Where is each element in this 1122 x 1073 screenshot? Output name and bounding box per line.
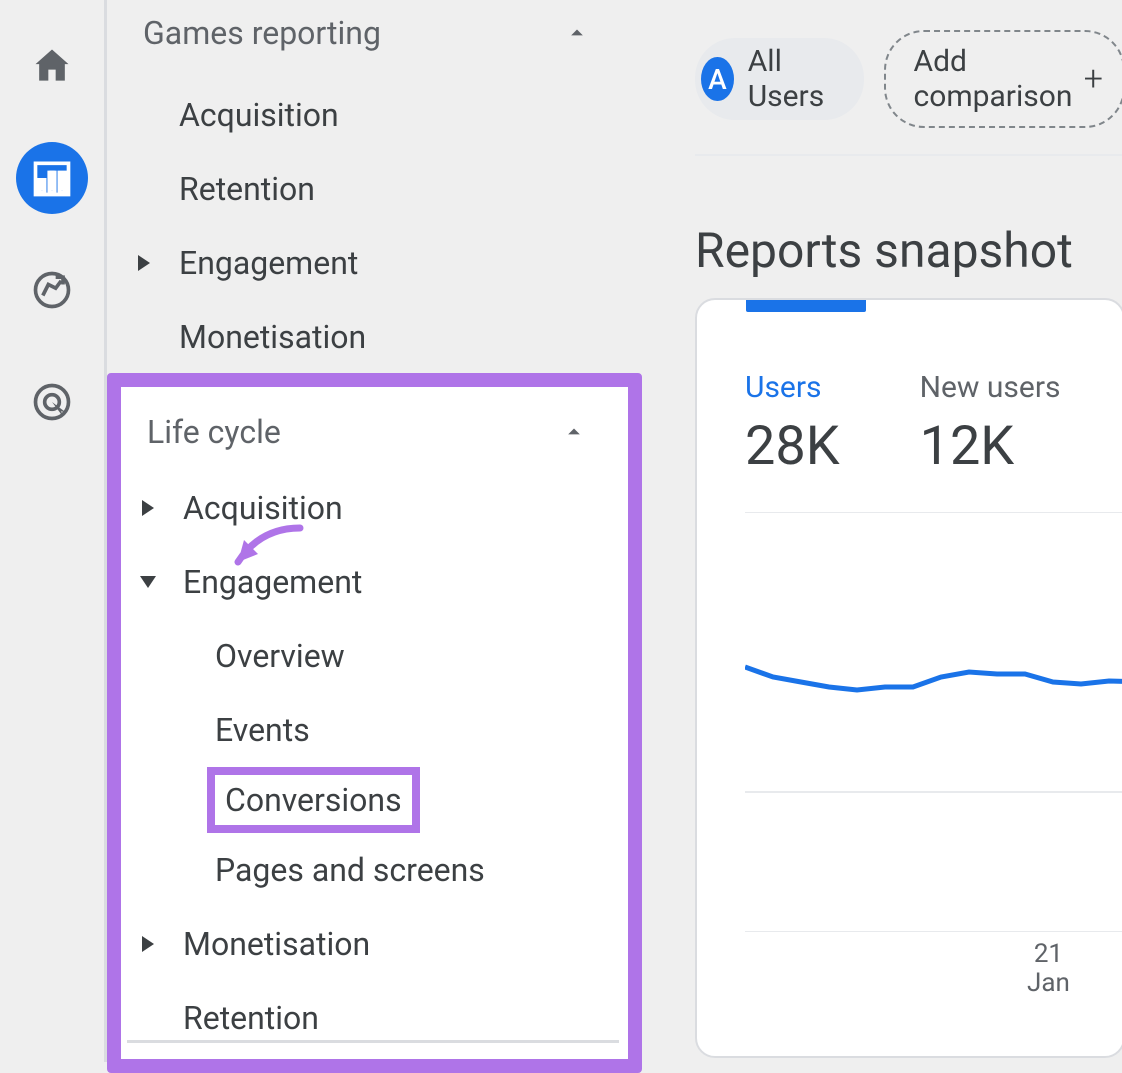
x-tick: 21 Jan bbox=[1027, 940, 1070, 997]
nav-lifecycle-engagement[interactable]: Engagement bbox=[125, 545, 624, 619]
section-games-reporting[interactable]: Games reporting bbox=[107, 0, 639, 78]
line-chart bbox=[745, 512, 1122, 932]
segment-bar: A All Users Add comparison + bbox=[695, 0, 1122, 128]
nav-engagement[interactable]: Engagement bbox=[107, 226, 639, 300]
divider bbox=[695, 154, 1122, 156]
home-icon bbox=[30, 44, 74, 88]
nav-sub-overview[interactable]: Overview bbox=[207, 619, 624, 693]
rail-explore[interactable] bbox=[16, 254, 88, 326]
section-label: Life cycle bbox=[147, 413, 281, 451]
nav-item-label: Events bbox=[215, 711, 310, 749]
nav-item-label: Monetisation bbox=[183, 925, 370, 963]
nav-lifecycle-acquisition[interactable]: Acquisition bbox=[125, 471, 624, 545]
nav-item-label: Acquisition bbox=[183, 489, 343, 527]
nav-item-label: Monetisation bbox=[179, 318, 366, 356]
chevron-right-icon bbox=[142, 936, 154, 952]
nav-item-label: Retention bbox=[183, 999, 319, 1037]
section-lifecycle[interactable]: Life cycle bbox=[125, 393, 624, 471]
nav-item-label: Conversions bbox=[225, 781, 402, 819]
highlight-lifecycle: Life cycle Acquisition Engagement Overvi… bbox=[107, 373, 642, 1073]
chevron-up-icon bbox=[560, 418, 588, 446]
stats-row: Users 28K New users 12K bbox=[745, 370, 1122, 478]
stat-value: 12K bbox=[920, 415, 1061, 478]
chevron-up-icon bbox=[563, 19, 591, 47]
reports-icon bbox=[30, 156, 74, 200]
chevron-right-icon bbox=[142, 500, 154, 516]
rail-advertising[interactable] bbox=[16, 366, 88, 438]
chip-label: All Users bbox=[748, 44, 836, 114]
nav-panel: Games reporting Acquisition Retention En… bbox=[107, 0, 639, 374]
engagement-submenu: Overview Events Conversions Pages and sc… bbox=[125, 619, 624, 907]
section-label: Games reporting bbox=[143, 14, 381, 52]
page-title: Reports snapshot bbox=[695, 222, 1122, 279]
stat-label: New users bbox=[920, 370, 1061, 405]
separator bbox=[127, 1040, 619, 1043]
nav-retention[interactable]: Retention bbox=[107, 152, 639, 226]
stat-label: Users bbox=[745, 370, 840, 405]
left-rail bbox=[0, 0, 104, 1062]
stat-new-users[interactable]: New users 12K bbox=[920, 370, 1061, 478]
rail-reports[interactable] bbox=[16, 142, 88, 214]
nav-item-label: Pages and screens bbox=[215, 851, 485, 889]
segment-badge: A bbox=[701, 57, 734, 101]
nav-lifecycle-monetisation[interactable]: Monetisation bbox=[125, 907, 624, 981]
plus-icon: + bbox=[1084, 59, 1103, 99]
snapshot-card: Users 28K New users 12K 21 Jan bbox=[695, 298, 1122, 1058]
nav-item-label: Engagement bbox=[179, 244, 358, 282]
nav-acquisition[interactable]: Acquisition bbox=[107, 78, 639, 152]
chip-add-comparison[interactable]: Add comparison + bbox=[884, 30, 1122, 128]
rail-home[interactable] bbox=[16, 30, 88, 102]
nav-item-label: Acquisition bbox=[179, 96, 339, 134]
nav-item-label: Engagement bbox=[183, 563, 362, 601]
chip-label: Add comparison bbox=[914, 44, 1074, 114]
active-tab-indicator bbox=[746, 300, 866, 312]
nav-item-label: Overview bbox=[215, 637, 345, 675]
chevron-right-icon bbox=[138, 255, 150, 271]
target-icon bbox=[30, 380, 74, 424]
stat-users[interactable]: Users 28K bbox=[745, 370, 840, 478]
nav-monetisation[interactable]: Monetisation bbox=[107, 300, 639, 374]
stat-value: 28K bbox=[745, 415, 840, 478]
nav-sub-events[interactable]: Events bbox=[207, 693, 624, 767]
highlight-conversions: Conversions bbox=[207, 767, 420, 833]
nav-sub-pages[interactable]: Pages and screens bbox=[207, 833, 624, 907]
chip-all-users[interactable]: A All Users bbox=[695, 38, 864, 120]
explore-icon bbox=[30, 268, 74, 312]
nav-lifecycle-retention[interactable]: Retention bbox=[125, 981, 624, 1055]
nav-sub-conversions[interactable]: Conversions bbox=[207, 767, 624, 833]
chevron-down-icon bbox=[140, 576, 156, 588]
nav-item-label: Retention bbox=[179, 170, 315, 208]
main-content: A All Users Add comparison + Reports sna… bbox=[695, 0, 1122, 1062]
